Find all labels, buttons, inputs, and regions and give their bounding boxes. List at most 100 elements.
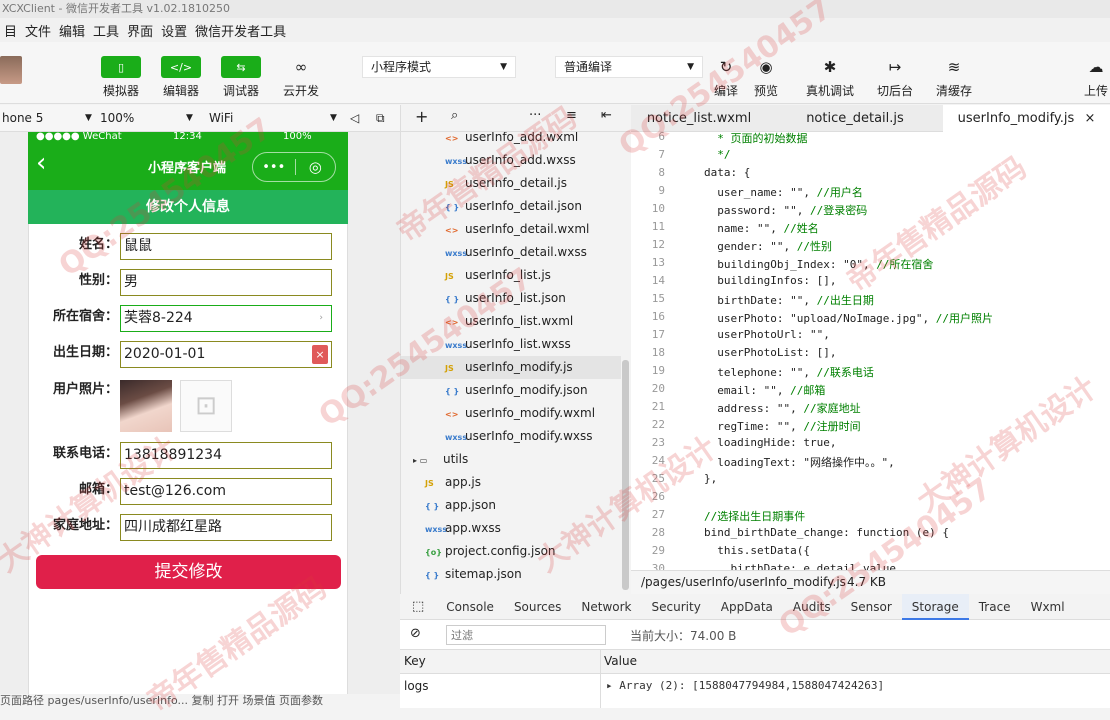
tab-security[interactable]: Security xyxy=(642,600,711,614)
line-number: 26 xyxy=(651,490,665,503)
line-number: 22 xyxy=(651,418,665,431)
device-select[interactable]: hone 5 xyxy=(0,111,96,125)
json-file-icon: { } xyxy=(425,502,440,511)
tab-network[interactable]: Network xyxy=(571,600,641,614)
list-item[interactable]: wxssuserInfo_detail.wxss xyxy=(445,241,630,264)
list-item[interactable]: wxssuserInfo_add.wxss xyxy=(445,149,630,172)
menu-item[interactable]: 文件 xyxy=(21,21,55,40)
bug-icon: ✱ xyxy=(823,58,837,76)
table-row[interactable]: logs ▸ Array (2): [1588047794984,1588047… xyxy=(400,674,1110,708)
clear-icon[interactable]: ⊘ xyxy=(410,626,421,641)
phone-icon: ▯ xyxy=(101,56,141,78)
list-item[interactable]: { } sitemap.json xyxy=(425,563,630,586)
tab-sources[interactable]: Sources xyxy=(504,600,571,614)
menu-item[interactable]: 工具 xyxy=(89,21,123,40)
editor-button[interactable]: </> 编辑器 xyxy=(161,56,201,99)
list-item[interactable]: JS userInfo_detail.js xyxy=(445,172,630,195)
wxss-file-icon: wxss xyxy=(445,433,468,442)
compile-mode-select[interactable]: 普通编译 ▼ xyxy=(555,56,703,78)
tab-trace[interactable]: Trace xyxy=(969,600,1021,614)
list-item[interactable]: { } userInfo_list.json xyxy=(445,287,630,310)
list-item[interactable]: <> userInfo_add.wxml xyxy=(445,132,630,149)
list-item[interactable]: wxssuserInfo_modify.wxss xyxy=(445,425,630,448)
upload-button[interactable]: ☁ 上传 xyxy=(1084,56,1108,99)
storage-toolbar: ⊘ 当前大小：74.00 B xyxy=(400,620,1110,650)
popout-icon[interactable]: ⧉ xyxy=(376,111,385,126)
tab-appdata[interactable]: AppData xyxy=(711,600,783,614)
list-item[interactable]: {o} project.config.json xyxy=(425,540,630,563)
name-input[interactable]: 鼠鼠 xyxy=(120,233,332,260)
avatar[interactable] xyxy=(0,56,22,84)
list-item[interactable]: { } userInfo_modify.json xyxy=(445,379,630,402)
mute-icon[interactable]: ◁ xyxy=(350,111,359,125)
gender-input[interactable]: 男 xyxy=(120,269,332,296)
more-icon[interactable]: ••• xyxy=(253,160,295,175)
tab-sensor[interactable]: Sensor xyxy=(841,600,902,614)
line-number: 17 xyxy=(651,328,665,341)
list-item[interactable]: <> userInfo_modify.wxml xyxy=(445,402,630,425)
background-button[interactable]: ↦ 切后台 xyxy=(877,56,913,99)
json-file-icon: { } xyxy=(445,203,460,212)
address-input[interactable]: 四川成都红星路 xyxy=(120,514,332,541)
compile-button[interactable]: ↻ 编译 xyxy=(714,56,738,99)
list-item[interactable]: JS app.js xyxy=(425,471,630,494)
menu-item[interactable]: 界面 xyxy=(123,21,157,40)
close-icon[interactable]: × xyxy=(1084,111,1095,126)
more-icon[interactable]: ··· xyxy=(529,108,541,123)
preview-button[interactable]: ◉ 预览 xyxy=(754,56,778,99)
line-number: 15 xyxy=(651,292,665,305)
tab-wxml[interactable]: Wxml xyxy=(1021,600,1075,614)
list-item[interactable]: JS userInfo_list.js xyxy=(445,264,630,287)
code-editor[interactable] xyxy=(631,132,1110,570)
list-item[interactable]: { } app.json xyxy=(425,494,630,517)
submit-button[interactable]: 提交修改 xyxy=(36,555,341,589)
close-mini-icon[interactable]: ◎ xyxy=(295,158,335,176)
tab-storage[interactable]: Storage xyxy=(901,593,969,620)
tab-console[interactable]: Console xyxy=(436,600,504,614)
file-tree-scrollbar[interactable] xyxy=(622,360,629,590)
filter-input[interactable] xyxy=(446,625,606,645)
list-item[interactable]: <> userInfo_list.wxml xyxy=(445,310,630,333)
sort-icon[interactable]: ≡ xyxy=(566,108,577,123)
clear-cache-button[interactable]: ≋ 清缓存 xyxy=(936,56,972,99)
telephone-input[interactable]: 13818891234 xyxy=(120,442,332,469)
inspect-icon[interactable]: ⬚ xyxy=(400,599,436,614)
list-item[interactable]: wxssapp.wxss xyxy=(425,517,630,540)
zoom-select[interactable]: 100% xyxy=(100,111,196,125)
add-icon[interactable]: + xyxy=(415,107,428,126)
email-input[interactable]: test@126.com xyxy=(120,478,332,505)
line-number: 8 xyxy=(658,166,665,179)
collapse-icon[interactable]: ⇤ xyxy=(601,108,612,123)
debug-icon: ⇆ xyxy=(221,56,261,78)
menu-item[interactable]: 编辑 xyxy=(55,21,89,40)
debugger-button[interactable]: ⇆ 调试器 xyxy=(221,56,261,99)
dorm-picker[interactable]: 芙蓉8-224 › xyxy=(120,305,332,332)
tab-notice-detail[interactable]: notice_detail.js xyxy=(767,105,943,132)
menu-item[interactable]: 微信开发者工具 xyxy=(191,21,290,40)
simulator-button[interactable]: ▯ 模拟器 xyxy=(101,56,141,99)
menu-item[interactable]: 目 xyxy=(0,21,21,40)
menu-item[interactable]: 设置 xyxy=(157,21,191,40)
list-item[interactable]: { } userInfo_detail.json xyxy=(445,195,630,218)
code-line: loadingText: "网络操作中。。", xyxy=(704,456,895,469)
list-item[interactable]: JS userInfo_modify.js xyxy=(401,356,621,379)
birthdate-picker[interactable]: 2020-01-01 × xyxy=(120,341,332,368)
search-icon[interactable]: ⌕ xyxy=(451,108,458,123)
tab-notice-list[interactable]: notice_list.wxml xyxy=(631,105,767,132)
switch-icon: ↦ xyxy=(888,58,902,76)
camera-icon[interactable]: ⊡ xyxy=(180,380,232,432)
list-item[interactable]: wxssuserInfo_list.wxss xyxy=(445,333,630,356)
list-item[interactable]: ▸ ▭ utils xyxy=(413,448,630,471)
tab-userinfo-modify[interactable]: userInfo_modify.js × xyxy=(943,105,1110,132)
network-select[interactable]: WiFi xyxy=(209,111,305,125)
dorm-label: 所在宿舍： xyxy=(52,309,118,324)
tab-audits[interactable]: Audits xyxy=(783,600,841,614)
json-file-icon: { } xyxy=(425,571,440,580)
cloud-button[interactable]: ∞ 云开发 xyxy=(283,56,319,99)
real-debug-button[interactable]: ✱ 真机调试 xyxy=(806,56,854,99)
back-icon[interactable]: ‹ xyxy=(36,148,46,178)
mode-select[interactable]: 小程序模式 ▼ xyxy=(362,56,516,78)
clear-icon[interactable]: × xyxy=(312,345,328,364)
line-number: 19 xyxy=(651,364,665,377)
list-item[interactable]: <> userInfo_detail.wxml xyxy=(445,218,630,241)
